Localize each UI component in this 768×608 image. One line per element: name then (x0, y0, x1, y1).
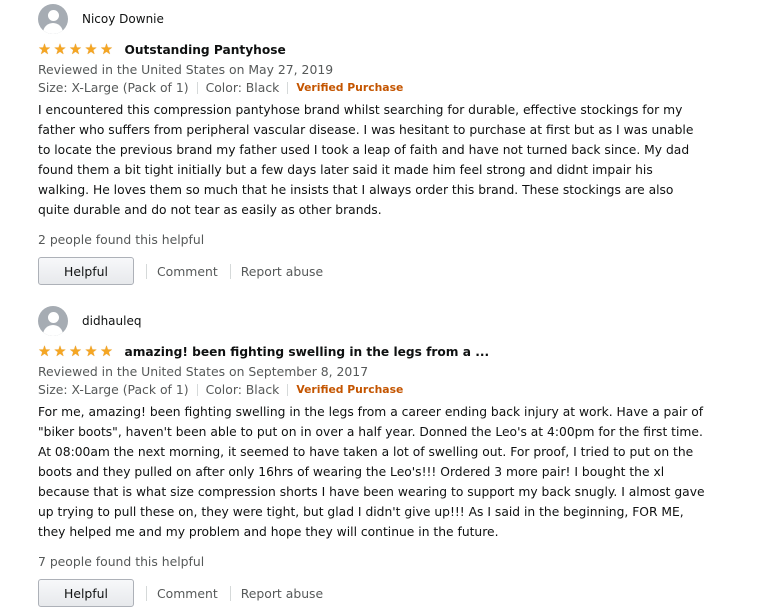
helpful-button[interactable]: Helpful (38, 579, 134, 607)
divider (229, 585, 231, 601)
verified-purchase-badge: Verified Purchase (296, 81, 404, 94)
review-body-line: "biker boots", haven't been able to put … (38, 425, 703, 439)
helpful-button[interactable]: Helpful (38, 257, 134, 285)
verified-purchase-badge: Verified Purchase (296, 383, 404, 396)
review-date: Reviewed in the United States on Septemb… (38, 364, 369, 379)
review-body-line: to locate the previous brand my father u… (38, 143, 690, 157)
review-title[interactable]: amazing! been fighting swelling in the l… (125, 345, 490, 359)
star-filled-icon: ★ (84, 42, 98, 58)
review-card: didhauleq ★ ★ ★ ★ ★ amazing! been fighti… (38, 306, 738, 608)
color-option[interactable]: Color: Black (206, 381, 280, 399)
review-body-line: father who suffers from peripheral vascu… (38, 123, 694, 137)
star-rating[interactable]: ★ ★ ★ ★ ★ (38, 42, 116, 58)
star-filled-icon: ★ (100, 42, 113, 58)
divider (229, 263, 231, 279)
reviewer-name[interactable]: Nicoy Downie (82, 12, 164, 26)
default-profile-icon (38, 306, 68, 336)
star-filled-icon: ★ (53, 344, 67, 360)
divider (196, 384, 198, 396)
reviewer-profile[interactable]: didhauleq (38, 306, 738, 336)
report-abuse-link[interactable]: Report abuse (241, 586, 323, 601)
comment-link[interactable]: Comment (157, 586, 218, 601)
helpful-count: 7 people found this helpful (38, 554, 205, 569)
review-body-line: boots and they pulled on after only 16hr… (38, 465, 665, 479)
review-body: I encountered this compression pantyhose… (38, 100, 738, 220)
review-card: Nicoy Downie ★ ★ ★ ★ ★ Outstanding Panty… (38, 4, 738, 286)
review-body-line: walking. He loves them so much that he i… (38, 183, 674, 197)
review-actions: Helpful Comment Report abuse (38, 578, 738, 608)
star-filled-icon: ★ (38, 42, 51, 58)
size-option[interactable]: Size: X-Large (Pack of 1) (38, 381, 189, 399)
review-body-line: because that is what size compression sh… (38, 485, 705, 499)
review-format: Size: X-Large (Pack of 1) Color: Black V… (38, 79, 738, 97)
star-filled-icon: ★ (53, 42, 67, 58)
star-rating[interactable]: ★ ★ ★ ★ ★ (38, 344, 116, 360)
star-filled-icon: ★ (69, 42, 82, 58)
reviewer-name[interactable]: didhauleq (82, 314, 141, 328)
review-title[interactable]: Outstanding Pantyhose (125, 43, 286, 57)
reviewer-profile[interactable]: Nicoy Downie (38, 4, 738, 34)
divider (196, 82, 198, 94)
star-filled-icon: ★ (38, 344, 51, 360)
divider (287, 82, 289, 94)
default-profile-icon (38, 4, 68, 34)
divider (146, 263, 147, 279)
helpful-count: 2 people found this helpful (38, 232, 205, 247)
review-body-line: For me, amazing! been fighting swelling … (38, 405, 704, 419)
review-body-line: At 08:00am the next morning, it seemed t… (38, 445, 694, 459)
divider (287, 384, 289, 396)
review-date: Reviewed in the United States on May 27,… (38, 62, 334, 77)
divider (146, 585, 147, 601)
review-body-line: they helped me and my problem and hope t… (38, 525, 499, 539)
review-body-line: up trying to pull these on, they were ti… (38, 505, 684, 519)
comment-link[interactable]: Comment (157, 264, 218, 279)
color-option[interactable]: Color: Black (206, 79, 280, 97)
star-filled-icon: ★ (100, 344, 113, 360)
review-body: For me, amazing! been fighting swelling … (38, 402, 738, 542)
review-body-line: I encountered this compression pantyhose… (38, 103, 683, 117)
review-body-line: quite durable and do not tear as easily … (38, 203, 382, 217)
report-abuse-link[interactable]: Report abuse (241, 264, 323, 279)
star-filled-icon: ★ (69, 344, 82, 360)
review-actions: Helpful Comment Report abuse (38, 256, 738, 286)
review-format: Size: X-Large (Pack of 1) Color: Black V… (38, 381, 738, 399)
star-filled-icon: ★ (84, 344, 98, 360)
size-option[interactable]: Size: X-Large (Pack of 1) (38, 79, 189, 97)
review-body-line: found them a bit tight initially but a f… (38, 163, 653, 177)
